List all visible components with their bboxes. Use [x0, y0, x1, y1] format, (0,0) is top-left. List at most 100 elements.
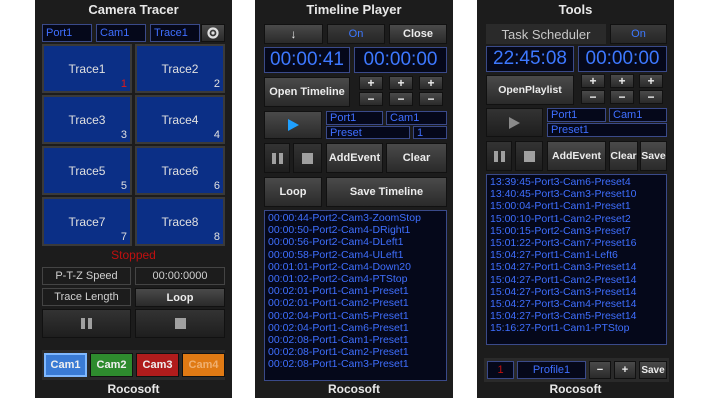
- add-event-button[interactable]: AddEvent: [326, 143, 383, 173]
- task-item[interactable]: 15:04:27-Port1-Cam2-Preset14: [490, 274, 663, 286]
- timeline-event-item[interactable]: 00:00:50-Port2-Cam4-DRight1: [268, 224, 443, 236]
- settings-button[interactable]: [201, 24, 225, 42]
- profile-save-button[interactable]: Save: [639, 361, 667, 379]
- clear-button[interactable]: Clear: [386, 143, 447, 173]
- play-icon: [509, 116, 520, 129]
- cam-field[interactable]: Cam1: [96, 24, 146, 42]
- pause-icon: [493, 150, 505, 162]
- task-item[interactable]: 15:04:27-Port3-Cam4-Preset14: [490, 298, 663, 310]
- second-minus-button[interactable]: −: [419, 92, 443, 106]
- timeline-event-item[interactable]: 00:01:02-Port2-Cam4-PTStop: [268, 273, 443, 285]
- download-button[interactable]: ↓: [264, 24, 323, 44]
- preset-field[interactable]: Preset1: [547, 123, 667, 137]
- timeline-event-item[interactable]: 00:02:04-Port1-Cam5-Preset1: [268, 310, 443, 322]
- trace-field[interactable]: Trace1: [150, 24, 200, 42]
- task-item[interactable]: 15:04:27-Port3-Cam5-Preset14: [490, 310, 663, 322]
- profile-minus-button[interactable]: −: [589, 361, 611, 379]
- play-button[interactable]: [264, 111, 322, 139]
- task-item[interactable]: 13:40:45-Port3-Cam3-Preset10: [490, 188, 663, 200]
- trace-button[interactable]: Trace5 5: [42, 146, 132, 195]
- timeline-event-item[interactable]: 00:02:08-Port1-Cam1-Preset1: [268, 334, 443, 346]
- ptz-speed-label: P-T-Z Speed: [42, 267, 131, 285]
- preset-number-field[interactable]: 1: [413, 126, 447, 139]
- timeline-event-item[interactable]: 00:00:58-Port2-Cam4-ULeft1: [268, 249, 443, 261]
- panel-title: Camera Tracer: [88, 2, 179, 17]
- task-item[interactable]: 15:04:27-Port1-Cam1-Left6: [490, 249, 663, 261]
- trace-number: 4: [213, 129, 220, 141]
- cam-select-button[interactable]: Cam3: [136, 353, 179, 377]
- cam-field[interactable]: Cam1: [386, 111, 447, 125]
- trace-button[interactable]: Trace6 6: [135, 146, 225, 195]
- cam-select-button[interactable]: Cam4: [182, 353, 225, 377]
- preset-field[interactable]: Preset: [326, 126, 410, 139]
- task-item[interactable]: 15:00:10-Port1-Cam2-Preset2: [490, 213, 663, 225]
- add-event-button[interactable]: AddEvent: [547, 141, 606, 171]
- stop-button[interactable]: [293, 143, 322, 173]
- open-playlist-button[interactable]: OpenPlaylist: [486, 75, 574, 105]
- port-field[interactable]: Port1: [42, 24, 92, 42]
- trace-button[interactable]: Trace3 3: [42, 95, 132, 144]
- trace-button[interactable]: Trace7 7: [42, 197, 132, 246]
- loop-button[interactable]: Loop: [264, 177, 322, 207]
- profile-name[interactable]: Profile1: [517, 361, 586, 379]
- timeline-event-item[interactable]: 00:00:44-Port2-Cam3-ZoomStop: [268, 212, 443, 224]
- task-item[interactable]: 15:04:27-Port3-Cam3-Preset14: [490, 286, 663, 298]
- task-item[interactable]: 15:00:04-Port1-Cam1-Preset1: [490, 200, 663, 212]
- stop-button[interactable]: [135, 309, 225, 338]
- loop-button[interactable]: Loop: [135, 288, 225, 307]
- minute-minus-button[interactable]: −: [389, 92, 413, 106]
- minute-plus-button[interactable]: +: [610, 74, 634, 88]
- hour-plus-button[interactable]: +: [581, 74, 605, 88]
- minute-plus-button[interactable]: +: [389, 76, 413, 90]
- timeline-event-list[interactable]: 00:00:44-Port2-Cam3-ZoomStop 00:00:50-Por…: [264, 210, 447, 381]
- task-item[interactable]: 15:04:27-Port1-Cam3-Preset14: [490, 261, 663, 273]
- ptz-speed-value[interactable]: 00:00:0000: [135, 267, 225, 285]
- open-timeline-button[interactable]: Open Timeline: [264, 77, 350, 107]
- second-plus-button[interactable]: +: [639, 74, 663, 88]
- task-item[interactable]: 15:01:22-Port3-Cam7-Preset16: [490, 237, 663, 249]
- close-button[interactable]: Close: [389, 24, 447, 44]
- trace-button[interactable]: Trace2 2: [135, 44, 225, 93]
- timeline-event-item[interactable]: 00:02:01-Port1-Cam1-Preset1: [268, 285, 443, 297]
- hour-minus-button[interactable]: −: [581, 90, 605, 104]
- trace-label: Trace6: [161, 163, 199, 178]
- profile-number[interactable]: 1: [487, 361, 514, 379]
- status-text: Stopped: [111, 248, 156, 262]
- task-list[interactable]: 13:39:45-Port3-Cam6-Preset4 13:40:45-Port…: [486, 174, 667, 345]
- timeline-event-item[interactable]: 00:02:01-Port1-Cam2-Preset1: [268, 297, 443, 309]
- pause-button[interactable]: [264, 143, 290, 173]
- port-field[interactable]: Port1: [326, 111, 383, 125]
- cam-select-button[interactable]: Cam2: [90, 353, 133, 377]
- timeline-event-item[interactable]: 00:02:04-Port1-Cam6-Preset1: [268, 322, 443, 334]
- play-button[interactable]: [486, 108, 543, 137]
- timeline-event-item[interactable]: 00:02:08-Port1-Cam3-Preset1: [268, 358, 443, 370]
- stop-icon: [302, 152, 313, 164]
- pause-button[interactable]: [486, 141, 512, 171]
- cam-select-button[interactable]: Cam1: [44, 353, 87, 377]
- port-field[interactable]: Port1: [547, 108, 606, 122]
- hour-minus-button[interactable]: −: [359, 92, 383, 106]
- timeline-event-item[interactable]: 00:01:01-Port2-Cam4-Down20: [268, 261, 443, 273]
- profile-plus-button[interactable]: +: [614, 361, 636, 379]
- timeline-event-item[interactable]: 00:02:08-Port1-Cam2-Preset1: [268, 346, 443, 358]
- stop-button[interactable]: [515, 141, 543, 171]
- hour-plus-button[interactable]: +: [359, 76, 383, 90]
- task-item[interactable]: 15:16:27-Port1-Cam1-PTStop: [490, 322, 663, 334]
- trace-button[interactable]: Trace4 4: [135, 95, 225, 144]
- save-timeline-button[interactable]: Save Timeline: [326, 177, 447, 207]
- trace-button[interactable]: Trace1 1: [42, 44, 132, 93]
- timeline-event-item[interactable]: 00:00:56-Port2-Cam4-DLeft1: [268, 236, 443, 248]
- on-toggle[interactable]: On: [327, 24, 385, 44]
- task-item[interactable]: 15:00:15-Port2-Cam3-Preset7: [490, 225, 663, 237]
- minute-minus-button[interactable]: −: [610, 90, 634, 104]
- second-plus-button[interactable]: +: [419, 76, 443, 90]
- trace-button[interactable]: Trace8 8: [135, 197, 225, 246]
- trace-label: Trace5: [68, 163, 106, 178]
- clear-button[interactable]: Clear: [609, 141, 638, 171]
- second-minus-button[interactable]: −: [639, 90, 663, 104]
- scheduler-on-toggle[interactable]: On: [610, 24, 667, 44]
- pause-button[interactable]: [42, 309, 131, 338]
- cam-field[interactable]: Cam1: [609, 108, 667, 122]
- task-item[interactable]: 13:39:45-Port3-Cam6-Preset4: [490, 176, 663, 188]
- save-button[interactable]: Save: [640, 141, 667, 171]
